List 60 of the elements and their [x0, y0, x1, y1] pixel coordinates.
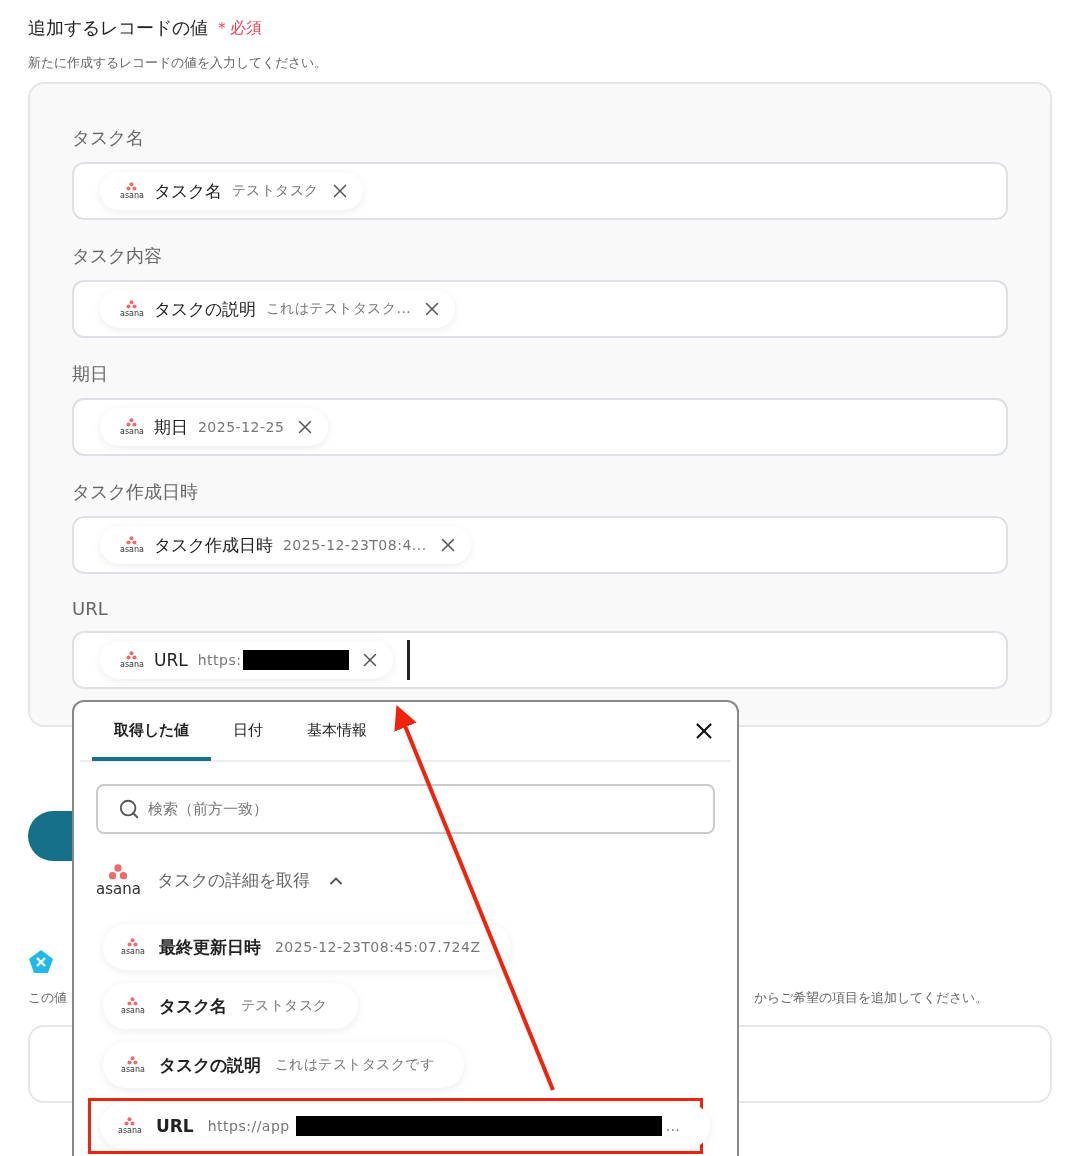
option-value: テストタスク	[240, 997, 328, 1015]
app-logo: asana	[120, 300, 144, 318]
field-label: タスク内容	[72, 244, 163, 268]
chip-value: 2025-12-23T08:4...	[282, 537, 427, 553]
section-description: 新たに作成するレコードの値を入力してください。	[28, 54, 328, 72]
input-field[interactable]: asana 期日 2025-12-25	[72, 398, 1008, 456]
value-option[interactable]: asana タスク名 テストタスク	[103, 983, 358, 1029]
input-field[interactable]: asana タスクの説明 これはテストタスク...	[72, 280, 1008, 338]
chip-name: タスク作成日時	[153, 533, 273, 557]
input-field[interactable]: asana URL https:	[72, 631, 1008, 689]
chip-name: 期日	[153, 415, 188, 439]
field-label: 期日	[72, 362, 109, 386]
option-value: 2025-12-23T08:45:07.724Z	[274, 939, 481, 955]
input-field[interactable]: asana タスク名 テストタスク	[72, 162, 1008, 220]
value-option[interactable]: asana 最終更新日時 2025-12-23T08:45:07.724Z	[103, 924, 511, 970]
app-logo: asana	[121, 1056, 145, 1074]
value-option[interactable]: asana URL https://app …	[100, 1103, 711, 1149]
option-value: https://app	[207, 1118, 290, 1134]
option-name: URL	[155, 1116, 194, 1136]
group-title: タスクの詳細を取得	[156, 869, 310, 892]
value-chip[interactable]: asana タスクの説明 これはテストタスク...	[100, 290, 456, 328]
value-chip[interactable]: asana タスク名 テストタスク	[100, 172, 363, 210]
description-text: からご希望の項目を追加してください。	[754, 989, 988, 1007]
field-label: タスク名	[72, 126, 145, 150]
x-badge-icon	[28, 949, 54, 975]
chip-name: タスク名	[153, 179, 222, 203]
app-logo: asana	[121, 997, 145, 1015]
option-name: タスク名	[158, 994, 227, 1018]
value-chip[interactable]: asana URL https:	[100, 641, 394, 679]
field-label: URL	[72, 598, 109, 619]
search-icon	[118, 798, 140, 820]
option-value: これはテストタスクです	[274, 1056, 435, 1074]
chip-value: https:	[197, 652, 242, 668]
chip-name: タスクの説明	[153, 297, 256, 321]
app-logo: asana	[120, 182, 144, 200]
description-text: この値	[28, 989, 67, 1007]
input-field[interactable]: asana タスク作成日時 2025-12-23T08:4...	[72, 516, 1008, 574]
chip-value: これはテストタスク...	[265, 300, 412, 318]
required-label: ＊必須	[214, 17, 262, 39]
app-logo: asana	[118, 1117, 142, 1135]
option-name: 最終更新日時	[158, 935, 261, 959]
app-logo: asana	[121, 938, 145, 956]
chip-value: 2025-12-25	[197, 419, 285, 435]
field-label: タスク作成日時	[72, 480, 199, 504]
tab[interactable]: 基本情報	[285, 703, 389, 761]
section-title: 追加するレコードの値	[28, 16, 208, 40]
app-logo: asana	[120, 418, 144, 436]
option-name: タスクの説明	[158, 1053, 261, 1077]
chip-name: URL	[153, 650, 188, 670]
app-logo: asana	[96, 864, 141, 897]
app-logo: asana	[120, 651, 144, 669]
app-logo: asana	[120, 536, 144, 554]
value-chip[interactable]: asana 期日 2025-12-25	[100, 408, 329, 446]
search-field[interactable]: 検索（前方一致）	[96, 784, 715, 834]
tab[interactable]: 日付	[211, 703, 285, 761]
value-chip[interactable]: asana タスク作成日時 2025-12-23T08:4...	[100, 526, 471, 564]
value-option[interactable]: asana タスクの説明 これはテストタスクです	[103, 1042, 465, 1088]
tab[interactable]: 取得した値	[92, 703, 211, 761]
chip-value: テストタスク	[231, 182, 319, 200]
option-value: …	[665, 1118, 681, 1134]
